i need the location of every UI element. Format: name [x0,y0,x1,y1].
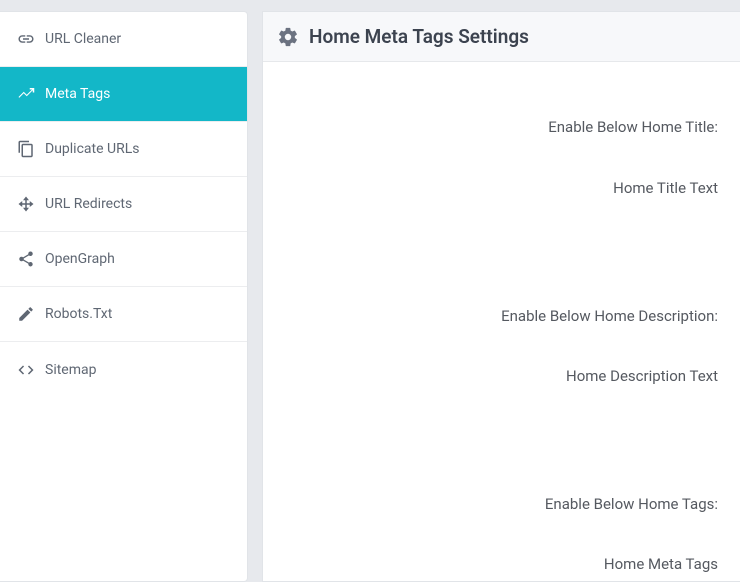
main-header: Home Meta Tags Settings [263,12,740,62]
enable-home-tags-label: Enable Below Home Tags: [285,495,718,513]
sidebar-item-url-cleaner[interactable]: URL Cleaner [0,12,247,67]
code-icon [16,360,36,380]
chart-line-icon [16,84,36,104]
sidebar-item-label: URL Redirects [45,196,132,212]
sidebar-item-duplicate-urls[interactable]: Duplicate URLs [0,122,247,177]
sidebar-item-label: Duplicate URLs [45,141,139,157]
share-icon [16,249,36,269]
sidebar: URL Cleaner Meta Tags Duplicate URLs URL… [0,11,248,582]
sidebar-item-robots-txt[interactable]: Robots.Txt [0,287,247,342]
copy-icon [16,139,36,159]
home-description-text-label: Home Description Text [285,367,718,385]
main-body: Enable Below Home Title: Home Title Text… [263,62,740,581]
enable-home-title-label: Enable Below Home Title: [285,118,718,136]
sidebar-item-label: Meta Tags [45,86,110,102]
home-meta-tags-label: Home Meta Tags [285,555,718,573]
sidebar-item-meta-tags[interactable]: Meta Tags [0,67,247,122]
sidebar-item-label: URL Cleaner [45,31,121,47]
gears-icon [277,26,299,48]
sidebar-item-label: Sitemap [45,362,96,378]
home-title-text-label: Home Title Text [285,179,718,197]
arrows-icon [16,194,36,214]
main-panel: Home Meta Tags Settings Enable Below Hom… [262,11,740,582]
pencil-icon [16,304,36,324]
sidebar-item-url-redirects[interactable]: URL Redirects [0,177,247,232]
sidebar-item-opengraph[interactable]: OpenGraph [0,232,247,287]
sidebar-item-label: Robots.Txt [45,306,112,322]
link-icon [16,29,36,49]
enable-home-description-label: Enable Below Home Description: [285,307,718,325]
sidebar-item-sitemap[interactable]: Sitemap [0,342,247,397]
page-title: Home Meta Tags Settings [309,25,529,48]
sidebar-item-label: OpenGraph [45,251,115,267]
